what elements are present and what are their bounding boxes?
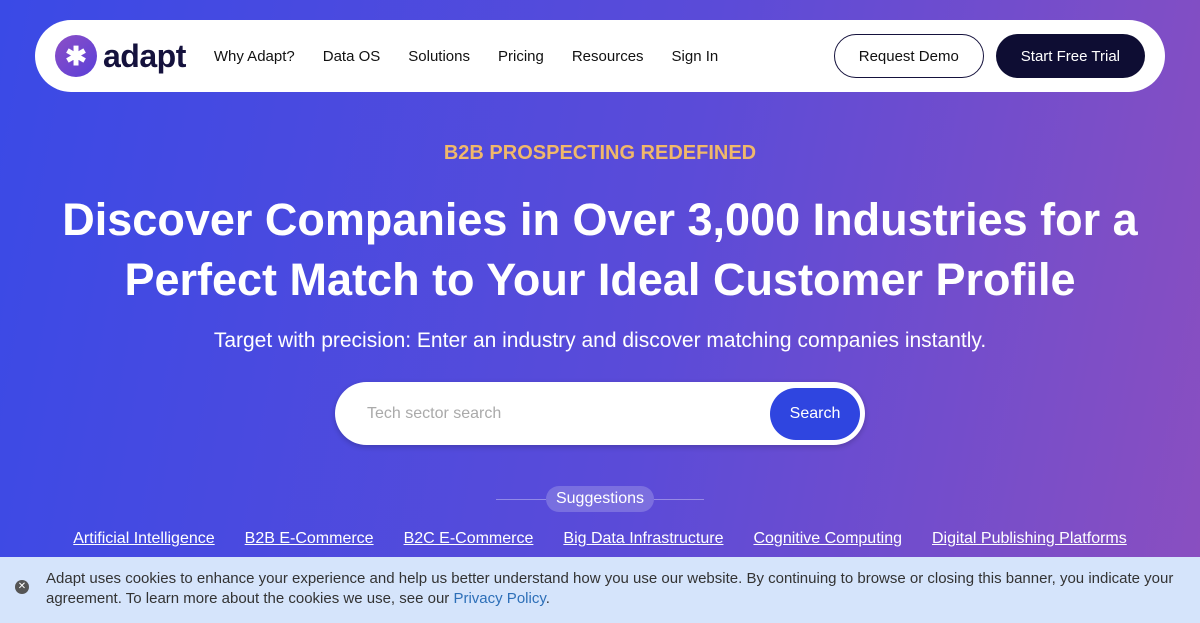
divider <box>654 498 705 500</box>
cookie-text: Adapt uses cookies to enhance your exper… <box>46 570 1174 607</box>
suggestion-links: Artificial Intelligence B2B E-Commerce B… <box>0 530 1200 548</box>
page-title: Discover Companies in Over 3,000 Industr… <box>0 190 1200 310</box>
suggestion-link[interactable]: Cognitive Computing <box>753 530 902 548</box>
logo[interactable]: ✱ adapt <box>55 35 186 77</box>
search-bar: Search <box>335 382 865 445</box>
suggestions-header: Suggestions <box>0 486 1200 512</box>
search-input[interactable] <box>367 404 770 423</box>
nav-pricing[interactable]: Pricing <box>498 48 544 65</box>
privacy-policy-link[interactable]: Privacy Policy <box>453 590 545 607</box>
cookie-banner: ✕ Adapt uses cookies to enhance your exp… <box>0 557 1200 623</box>
nav-sign-in[interactable]: Sign In <box>672 48 719 65</box>
nav-why-adapt[interactable]: Why Adapt? <box>214 48 295 65</box>
cookie-text-end: . <box>545 590 550 607</box>
suggestion-link[interactable]: Big Data Infrastructure <box>563 530 723 548</box>
logo-text: adapt <box>103 37 186 74</box>
headline-line-1: Discover Companies in Over 3,000 Industr… <box>62 194 1138 245</box>
logo-icon: ✱ <box>55 35 97 77</box>
search-button[interactable]: Search <box>770 387 860 440</box>
divider <box>495 498 546 500</box>
request-demo-button[interactable]: Request Demo <box>833 34 984 78</box>
eyebrow: B2B PROSPECTING REDEFINED <box>443 142 757 164</box>
top-nav: ✱ adapt Why Adapt? Data OS Solutions Pri… <box>35 20 1165 92</box>
suggestion-link[interactable]: B2B E-Commerce <box>245 530 374 548</box>
subtitle: Target with precision: Enter an industry… <box>213 329 987 352</box>
suggestion-link[interactable]: B2C E-Commerce <box>404 530 534 548</box>
headline-line-2: Perfect Match to Your Ideal Customer Pro… <box>124 254 1076 305</box>
suggestion-link[interactable]: Digital Publishing Platforms <box>932 530 1127 548</box>
nav-solutions[interactable]: Solutions <box>408 48 470 65</box>
suggestion-link[interactable]: Artificial Intelligence <box>73 530 214 548</box>
close-icon[interactable]: ✕ <box>15 580 29 594</box>
suggestions-label: Suggestions <box>545 486 655 512</box>
start-free-trial-button[interactable]: Start Free Trial <box>995 34 1145 78</box>
nav-resources[interactable]: Resources <box>572 48 644 65</box>
nav-data-os[interactable]: Data OS <box>323 48 381 65</box>
